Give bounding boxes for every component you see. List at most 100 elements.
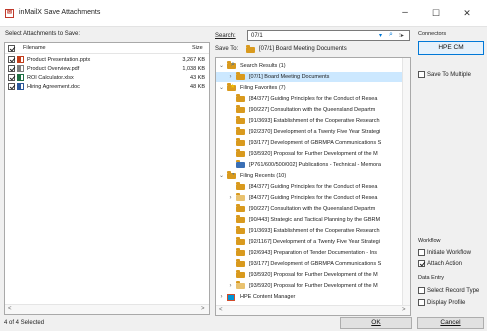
attachments-heading: Select Attachments to Save: bbox=[5, 31, 81, 37]
tree-scroll-left-icon[interactable]: < bbox=[219, 307, 223, 313]
tree-node-label: Filing Favorites (7) bbox=[240, 85, 286, 91]
tree-horizontal-scrollbar[interactable]: < > bbox=[216, 305, 410, 315]
tree-folder-node[interactable]: [93/177] Development of GBRMPA Communica… bbox=[216, 259, 402, 269]
tree-folder-node[interactable]: [91/3693] Establishment of the Cooperati… bbox=[216, 116, 402, 126]
tree-folder-node[interactable]: [90/443] Strategic and Tactical Planning… bbox=[216, 215, 402, 225]
cancel-button[interactable]: Cancel bbox=[417, 317, 484, 329]
vertical-scrollbar[interactable] bbox=[402, 58, 410, 305]
folder-icon bbox=[236, 149, 245, 157]
initiate-workflow-checkbox[interactable] bbox=[418, 249, 425, 256]
chevron-down-icon[interactable]: ⌄ bbox=[218, 171, 225, 181]
select-all-checkbox[interactable] bbox=[8, 45, 15, 52]
tree-node-label: [93/177] Development of GBRMPA Communica… bbox=[249, 140, 382, 146]
search-label: Search: bbox=[215, 33, 236, 39]
tree-group-node[interactable]: › HPE Content Manager bbox=[216, 292, 402, 302]
tree-folder-node[interactable]: › [93/5920] Proposal for Further Developm… bbox=[216, 281, 402, 291]
tree-node-label: [92/1167] Development of a Twenty Five Y… bbox=[249, 239, 380, 245]
tree-folder-node[interactable]: [92/6943] Preparation of Tender Document… bbox=[216, 248, 402, 258]
initiate-workflow-option[interactable]: Initiate Workflow bbox=[418, 249, 471, 256]
tree-folder-node[interactable]: [92/1167] Development of a Twenty Five Y… bbox=[216, 237, 402, 247]
tree-folder-node[interactable]: [93/5920] Proposal for Further Developme… bbox=[216, 270, 402, 280]
scroll-left-icon[interactable]: < bbox=[8, 306, 12, 312]
blue-folder-icon bbox=[236, 160, 245, 168]
minimize-button[interactable]: – bbox=[394, 4, 416, 22]
save-to-multiple-option[interactable]: Save To Multiple bbox=[418, 71, 471, 78]
window-title: inMailX Save Attachments bbox=[19, 9, 101, 16]
display-profile-checkbox[interactable] bbox=[418, 299, 425, 306]
ok-button[interactable]: OK bbox=[340, 317, 412, 329]
tree-node-label: [92/2370] Development of a Twenty Five Y… bbox=[249, 129, 381, 135]
chevron-right-icon[interactable]: › bbox=[218, 292, 225, 302]
attachments-list: Filename Size Product Presentation.pptx 3… bbox=[4, 42, 210, 315]
file-row[interactable]: Hiring Agreement.doc 48 KB bbox=[5, 82, 209, 92]
tree-group-node[interactable]: ⌄ ★ Filing Favorites (7) bbox=[216, 83, 402, 93]
favorite-folder-icon: ★ bbox=[227, 83, 236, 91]
title-bar: ✉ inMailX Save Attachments – ☐ ✕ bbox=[0, 0, 487, 27]
file-checkbox[interactable] bbox=[8, 83, 15, 90]
tree-node-label: [P761/600/500/002] Publications - Techni… bbox=[249, 162, 381, 168]
excel-icon bbox=[17, 74, 24, 81]
attach-action-checkbox[interactable] bbox=[418, 260, 425, 267]
chevron-right-icon[interactable]: › bbox=[227, 72, 234, 82]
tree-scroll-right-icon[interactable]: > bbox=[402, 307, 406, 313]
search-icon[interactable]: ⌕ bbox=[389, 31, 393, 39]
folder-icon bbox=[236, 182, 245, 190]
tree-node-label: [91/3693] Establishment of the Cooperati… bbox=[249, 118, 380, 124]
tree-group-node[interactable]: ⌄ ◔ Filing Recents (10) bbox=[216, 171, 402, 181]
scroll-right-icon[interactable]: > bbox=[201, 306, 205, 312]
save-to-value: [07/1] Board Meeting Documents bbox=[259, 46, 347, 52]
chevron-down-icon[interactable]: ⌄ bbox=[218, 83, 225, 93]
search-options-icon[interactable]: ⁝▸ bbox=[399, 32, 404, 39]
display-profile-option[interactable]: Display Profile bbox=[418, 299, 465, 306]
tree-folder-node[interactable]: [93/177] Development of GBRMPA Communica… bbox=[216, 138, 402, 148]
tree-node-label: [93/5920] Proposal for Further Developme… bbox=[249, 272, 378, 278]
file-checkbox[interactable] bbox=[8, 65, 15, 72]
search-input[interactable]: 07/1 ▾ ⌕ ⁝▸ bbox=[247, 30, 410, 41]
tree-node-label: [90/227] Consultation with the Queenslan… bbox=[249, 206, 376, 212]
tree-group-node[interactable]: ⌄ ⌕ Search Results (1) bbox=[216, 61, 402, 71]
tree-folder-node[interactable]: › [84/377] Guiding Principles for the Con… bbox=[216, 193, 402, 203]
tree-node-label: [93/5920] Proposal for Further Developme… bbox=[249, 151, 378, 157]
save-to-folder-icon bbox=[246, 45, 255, 53]
folder-icon bbox=[236, 94, 245, 102]
tree-node-label: [91/3693] Establishment of the Cooperati… bbox=[249, 228, 380, 234]
tree-node-label: Search Results (1) bbox=[240, 63, 286, 69]
hpe-cm-connector-button[interactable]: HPE CM bbox=[418, 41, 484, 55]
chevron-right-icon[interactable]: › bbox=[227, 281, 234, 291]
recent-folder-icon: ◔ bbox=[227, 171, 236, 179]
file-checkbox[interactable] bbox=[8, 56, 15, 63]
tree-folder-node[interactable]: [92/2370] Development of a Twenty Five Y… bbox=[216, 127, 402, 137]
tree-node-label: [84/377] Guiding Principles for the Cond… bbox=[249, 195, 378, 201]
filename-column-header[interactable]: Filename bbox=[23, 45, 46, 51]
folder-icon bbox=[236, 270, 245, 278]
tree-node-label: [90/443] Strategic and Tactical Planning… bbox=[249, 217, 381, 223]
horizontal-scrollbar[interactable]: < > bbox=[5, 304, 209, 314]
size-column-header[interactable]: Size bbox=[192, 45, 203, 51]
chevron-down-icon[interactable]: ⌄ bbox=[218, 61, 225, 71]
hpe-content-manager-icon bbox=[227, 294, 235, 301]
file-checkbox[interactable] bbox=[8, 74, 15, 81]
select-record-type-option[interactable]: Select Record Type bbox=[418, 287, 479, 294]
tree-folder-node[interactable]: [91/3693] Establishment of the Cooperati… bbox=[216, 226, 402, 236]
chevron-right-icon[interactable]: › bbox=[227, 193, 234, 203]
close-button[interactable]: ✕ bbox=[456, 4, 478, 22]
tree-folder-node[interactable]: [84/377] Guiding Principles for the Cond… bbox=[216, 182, 402, 192]
tree-folder-node[interactable]: [P761/600/500/002] Publications - Techni… bbox=[216, 160, 402, 170]
tree-folder-node[interactable]: › [07/1] Board Meeting Documents bbox=[216, 72, 402, 82]
tree-folder-node[interactable]: [93/5920] Proposal for Further Developme… bbox=[216, 149, 402, 159]
powerpoint-icon bbox=[17, 56, 24, 63]
tree-folder-node[interactable]: [84/377] Guiding Principles for the Cond… bbox=[216, 94, 402, 104]
maximize-button[interactable]: ☐ bbox=[425, 4, 447, 22]
search-dropdown-icon[interactable]: ▾ bbox=[379, 32, 382, 39]
select-record-type-checkbox[interactable] bbox=[418, 287, 425, 294]
save-to-multiple-checkbox[interactable] bbox=[418, 71, 425, 78]
save-to-label: Save To: bbox=[215, 46, 239, 52]
attach-action-option[interactable]: Attach Action bbox=[418, 260, 462, 267]
search-value: 07/1 bbox=[251, 33, 263, 39]
list-header: Filename Size bbox=[5, 43, 209, 54]
folder-icon bbox=[236, 248, 245, 256]
tree-node-label: Filing Recents (10) bbox=[240, 173, 287, 179]
tree-folder-node[interactable]: [90/227] Consultation with the Queenslan… bbox=[216, 204, 402, 214]
tree-folder-node[interactable]: [90/227] Consultation with the Queenslan… bbox=[216, 105, 402, 115]
file-rows: Product Presentation.pptx 3,267 KB Product… bbox=[5, 55, 209, 105]
